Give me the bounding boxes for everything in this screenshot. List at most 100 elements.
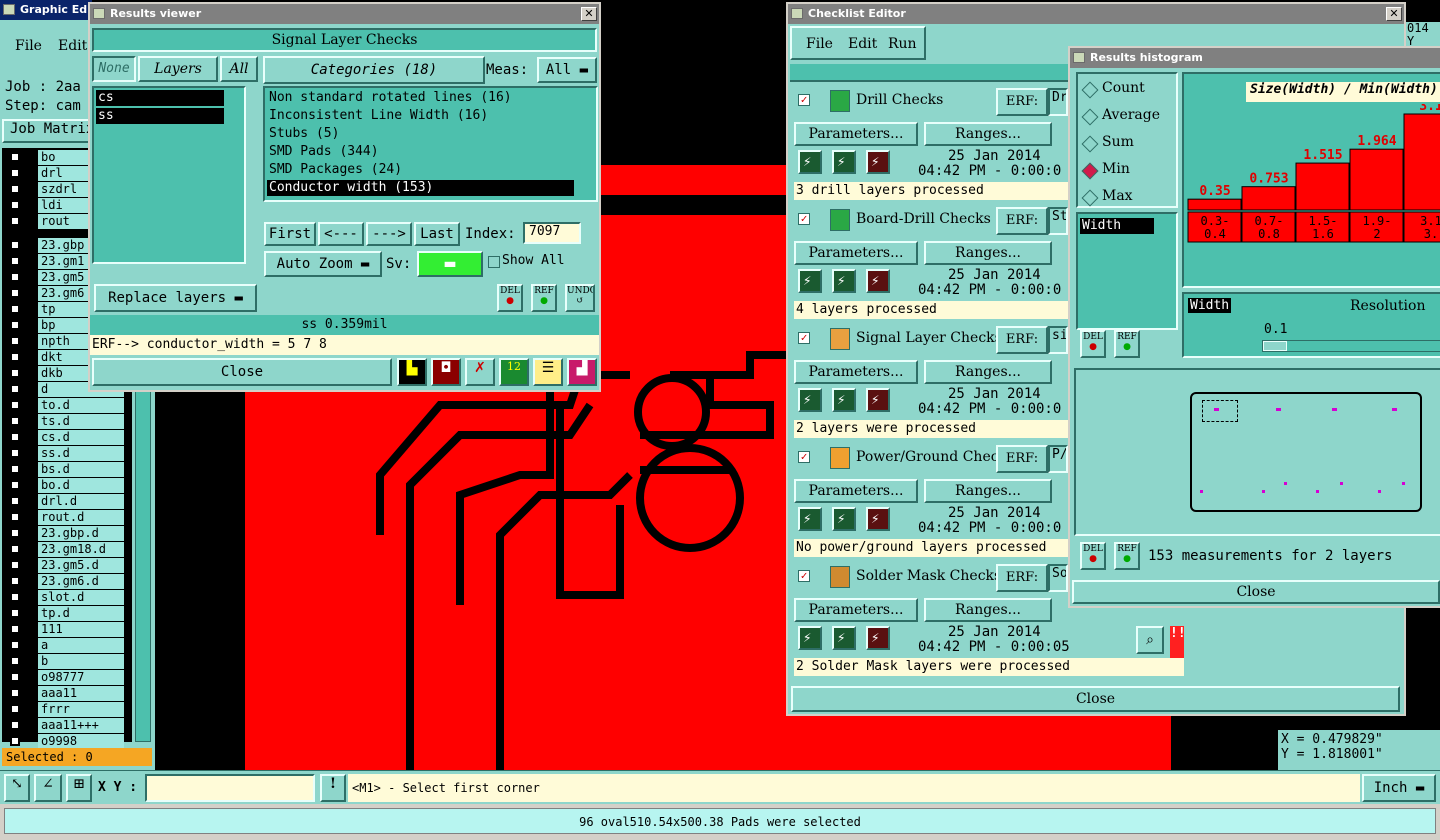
check-enable-checkbox[interactable]: ✓ — [798, 94, 810, 106]
erf-button[interactable]: ERF: — [996, 564, 1048, 592]
alert-icon[interactable]: ! — [320, 774, 346, 802]
layer-name[interactable]: ss.d — [38, 446, 124, 461]
histogram-bar[interactable] — [1349, 148, 1404, 211]
report-tool-icon[interactable]: ☰ — [533, 358, 563, 386]
run-icon[interactable]: ⚡ — [798, 269, 822, 293]
run-selected-icon[interactable]: ⚡ — [832, 626, 856, 650]
resolution-field[interactable]: Width — [1188, 298, 1232, 313]
category-item[interactable]: Inconsistent Line Width (16) — [267, 108, 574, 124]
categories-button[interactable]: Categories (18) — [263, 56, 485, 84]
run-selected-icon[interactable]: ⚡ — [832, 269, 856, 293]
preview-ref-button[interactable]: REF ● — [1114, 542, 1140, 570]
layer-checkbox[interactable] — [10, 624, 20, 634]
graphic-editor-titlebar[interactable]: Graphic Editor — [0, 0, 92, 20]
slider-thumb[interactable] — [1263, 341, 1287, 351]
close-icon[interactable]: ✕ — [1386, 7, 1402, 21]
layer-name[interactable]: drl.d — [38, 494, 124, 509]
first-button[interactable]: First — [264, 222, 316, 246]
histogram-bar[interactable] — [1295, 162, 1350, 211]
layer-checkbox[interactable] — [10, 736, 20, 746]
layer-checkbox[interactable] — [10, 336, 20, 346]
stop-icon[interactable]: ⚡ — [866, 626, 890, 650]
stop-icon[interactable]: ⚡ — [866, 388, 890, 412]
checklist-close-button[interactable]: Close — [791, 686, 1400, 712]
histogram-bar[interactable] — [1187, 198, 1242, 211]
undo-button[interactable]: UNDO ↺ — [565, 284, 595, 312]
hist-ref-button[interactable]: REF ● — [1114, 330, 1140, 358]
layer-checkbox[interactable] — [10, 288, 20, 298]
menu-edit[interactable]: Edit — [58, 38, 87, 54]
layer-item[interactable]: cs — [96, 90, 224, 106]
erf-value[interactable]: Dr — [1048, 88, 1068, 116]
layer-checkbox[interactable] — [10, 592, 20, 602]
erf-button[interactable]: ERF: — [996, 207, 1048, 235]
layer-checkbox[interactable] — [10, 576, 20, 586]
layer-name[interactable]: b — [38, 654, 124, 669]
hist-del-button[interactable]: DEL ● — [1080, 330, 1106, 358]
layer-checkbox[interactable] — [10, 304, 20, 314]
run-icon[interactable]: ⚡ — [798, 388, 822, 412]
histogram-tool-icon[interactable]: ▟ — [567, 358, 597, 386]
layer-name[interactable]: 23.gm6.d — [38, 574, 124, 589]
layer-name[interactable]: 23.gbp.d — [38, 526, 124, 541]
layer-checkbox[interactable] — [10, 672, 20, 682]
check-enable-checkbox[interactable]: ✓ — [798, 570, 810, 582]
menu-file[interactable]: File — [806, 36, 833, 52]
layer-checkbox[interactable] — [10, 432, 20, 442]
units-dropdown[interactable]: Inch ▬ — [1362, 774, 1436, 802]
close-button[interactable]: Close — [92, 358, 392, 386]
menu-run[interactable]: Run — [888, 36, 917, 52]
histogram-bar[interactable] — [1241, 186, 1296, 211]
layer-checkbox[interactable] — [10, 608, 20, 618]
layer-checkbox[interactable] — [10, 320, 20, 330]
results-viewer-titlebar[interactable]: Results viewer ✕ — [90, 4, 599, 24]
menu-edit[interactable]: Edit — [848, 36, 877, 52]
index-input[interactable]: 7097 — [523, 222, 581, 244]
ranges-button[interactable]: Ranges... — [924, 360, 1052, 384]
layer-checkbox[interactable] — [10, 688, 20, 698]
ranges-button[interactable]: Ranges... — [924, 598, 1052, 622]
xy-input[interactable] — [145, 774, 315, 802]
radio-count-icon[interactable] — [1081, 81, 1099, 99]
layer-checkbox[interactable] — [10, 496, 20, 506]
resolution-slider[interactable] — [1262, 340, 1440, 352]
sv-color-dropdown[interactable]: ▬ — [417, 251, 483, 277]
field-item[interactable]: Width — [1080, 218, 1154, 234]
layer-name[interactable]: bs.d — [38, 462, 124, 477]
ranges-button[interactable]: Ranges... — [924, 241, 1052, 265]
close-icon[interactable]: ✕ — [581, 7, 597, 21]
layer-name[interactable]: 23.gm5.d — [38, 558, 124, 573]
zoom-icon[interactable]: ⌕ — [1136, 626, 1164, 654]
all-button[interactable]: All — [220, 56, 258, 82]
layer-checkbox[interactable] — [10, 240, 20, 250]
run-selected-icon[interactable]: ⚡ — [832, 388, 856, 412]
layer-checkbox[interactable] — [10, 272, 20, 282]
check-enable-checkbox[interactable]: ✓ — [798, 332, 810, 344]
del-button[interactable]: DEL ● — [497, 284, 523, 312]
run-icon[interactable]: ⚡ — [798, 150, 822, 174]
layer-checkbox[interactable] — [10, 704, 20, 714]
parameters-button[interactable]: Parameters... — [794, 122, 918, 146]
layer-checkbox[interactable] — [10, 368, 20, 378]
ranges-button[interactable]: Ranges... — [924, 122, 1052, 146]
layer-name[interactable]: to.d — [38, 398, 124, 413]
layer-checkbox[interactable] — [10, 656, 20, 666]
run-selected-icon[interactable]: ⚡ — [832, 150, 856, 174]
layer-name[interactable]: tp.d — [38, 606, 124, 621]
run-selected-icon[interactable]: ⚡ — [832, 507, 856, 531]
measure-tool-icon[interactable]: ∠ — [34, 774, 62, 802]
category-item[interactable]: SMD Packages (24) — [267, 162, 574, 178]
histogram-close-button[interactable]: Close — [1072, 580, 1440, 604]
ref-button[interactable]: REF ● — [531, 284, 557, 312]
layers-button[interactable]: Layers — [138, 56, 218, 82]
radio-max-icon[interactable] — [1081, 189, 1099, 207]
layer-checkbox[interactable] — [10, 216, 20, 226]
layer-name[interactable]: cs.d — [38, 430, 124, 445]
layer-checkbox[interactable] — [10, 352, 20, 362]
erf-value[interactable]: si — [1048, 326, 1068, 354]
layer-name[interactable]: ts.d — [38, 414, 124, 429]
histogram-titlebar[interactable]: Results histogram — [1070, 48, 1440, 68]
radio-sum-icon[interactable] — [1081, 135, 1099, 153]
category-item[interactable]: SMD Pads (344) — [267, 144, 574, 160]
ranges-button[interactable]: Ranges... — [924, 479, 1052, 503]
